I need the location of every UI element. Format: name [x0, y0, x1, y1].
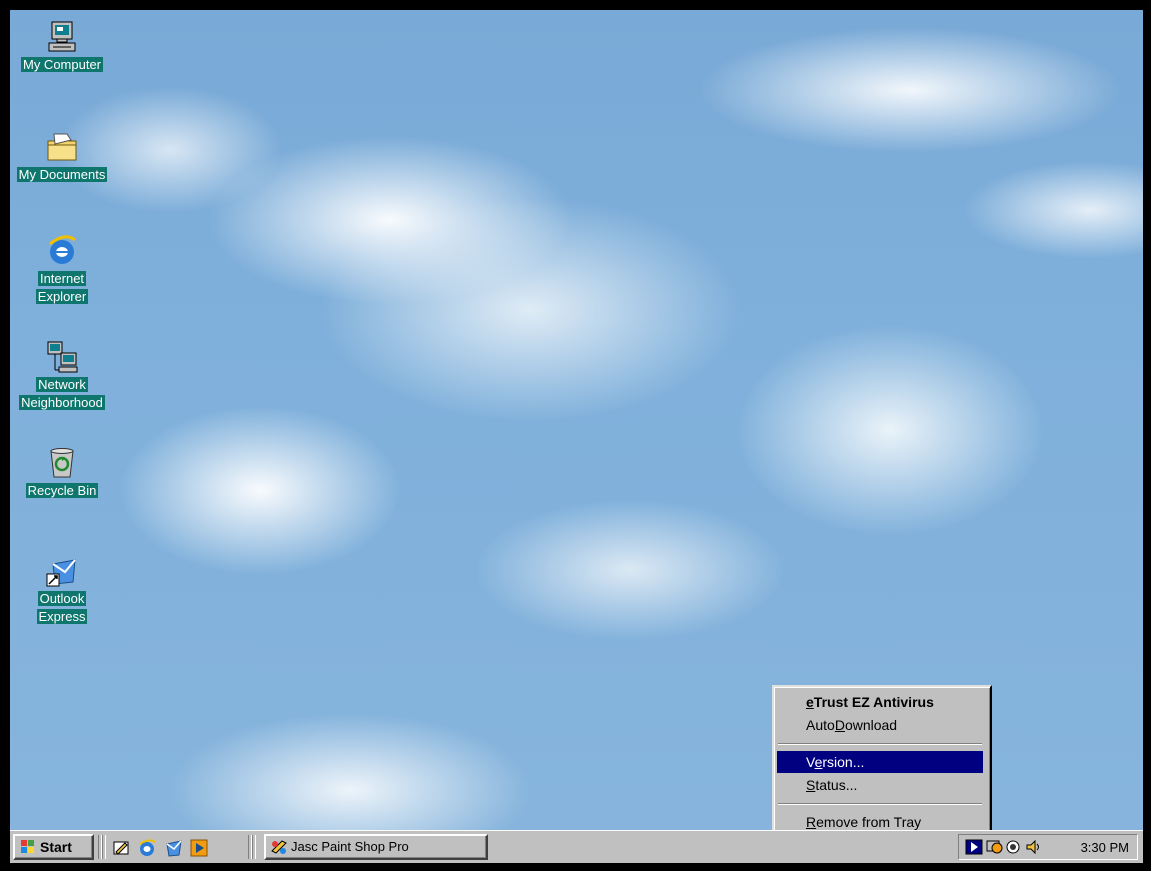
recycle-bin-icon — [50, 448, 74, 478]
menu-separator — [778, 743, 982, 745]
menu-item-etrust-ez-antivirus[interactable]: eTrust EZ Antivirus — [777, 691, 983, 713]
desktop-icon-recycle-bin[interactable]: Recycle Bin — [10, 446, 114, 500]
desktop-icon-label: Express — [36, 609, 88, 624]
desktop-icon-label: Neighborhood — [19, 395, 105, 410]
desktop-icon-label: Recycle Bin — [25, 483, 99, 498]
media-player-icon[interactable] — [189, 838, 209, 858]
desktop-icon-label: Outlook — [37, 591, 87, 606]
menu-item-accelerator: e — [806, 694, 814, 710]
desktop-icon-outlook-express[interactable]: Outlook Express — [10, 554, 114, 626]
menu-item-autodownload[interactable]: AutoDownload — [777, 714, 983, 736]
computer-icon — [48, 21, 76, 52]
antivirus-tray-icon[interactable] — [965, 839, 983, 855]
network-icon — [47, 341, 78, 373]
menu-item-label: V — [806, 754, 815, 770]
desktop-icon-label: Network — [36, 377, 88, 392]
desktop-icon-network-neighborhood[interactable]: Network Neighborhood — [10, 340, 114, 412]
desktop-icon-label: My Computer — [20, 57, 104, 72]
desktop-icon-internet-explorer[interactable]: Internet Explorer — [10, 234, 114, 306]
menu-item-accelerator: D — [834, 717, 845, 733]
desktop-icon-label: Explorer — [35, 289, 89, 304]
taskbar-separator — [252, 835, 256, 859]
menu-item-label: Trust EZ Antivirus — [813, 694, 934, 710]
task-label: Jasc Paint Shop Pro — [291, 839, 409, 854]
start-button[interactable]: Start — [13, 834, 94, 860]
outlook-express-icon — [46, 559, 76, 587]
start-label: Start — [40, 839, 72, 855]
volume-icon[interactable] — [1025, 839, 1043, 855]
show-desktop-icon[interactable] — [111, 838, 131, 858]
internet-explorer-icon — [49, 235, 76, 264]
menu-item-label: tatus... — [815, 777, 858, 793]
folder-icon — [47, 133, 77, 161]
internet-explorer-icon[interactable] — [137, 838, 157, 858]
taskbar-separator — [102, 835, 106, 859]
outlook-express-icon[interactable] — [163, 838, 183, 858]
menu-item-accelerator: S — [806, 777, 816, 793]
menu-item-status[interactable]: Status... — [777, 774, 983, 796]
system-tray: 3:30 PM — [958, 834, 1138, 860]
menu-item-accelerator: R — [806, 814, 817, 830]
menu-item-label: rsion... — [822, 754, 865, 770]
desktop-icon-label: Internet — [37, 271, 87, 286]
menu-item-label: Auto — [806, 717, 835, 733]
clock[interactable]: 3:30 PM — [1081, 840, 1129, 855]
paint-shop-pro-icon — [271, 840, 287, 854]
menu-item-label: ownload — [844, 717, 898, 733]
network-tray-icon[interactable] — [1005, 839, 1023, 855]
desktop-icon-my-computer[interactable]: My Computer — [10, 20, 114, 74]
menu-item-version[interactable]: Version... — [777, 751, 983, 773]
menu-item-label: emove from Tray — [816, 814, 922, 830]
taskbar: Start Jasc Paint Shop Pro 3:30 PM — [10, 830, 1143, 863]
tray-context-menu: eTrust EZ Antivirus AutoDownload Version… — [772, 685, 992, 841]
desktop-icon-label: My Documents — [16, 167, 108, 182]
menu-separator — [778, 803, 982, 805]
display-tray-icon[interactable] — [985, 839, 1003, 855]
taskbar-button-paint-shop-pro[interactable]: Jasc Paint Shop Pro — [264, 834, 488, 860]
desktop-icon-my-documents[interactable]: My Documents — [10, 130, 114, 184]
windows-flag-icon — [21, 840, 34, 853]
